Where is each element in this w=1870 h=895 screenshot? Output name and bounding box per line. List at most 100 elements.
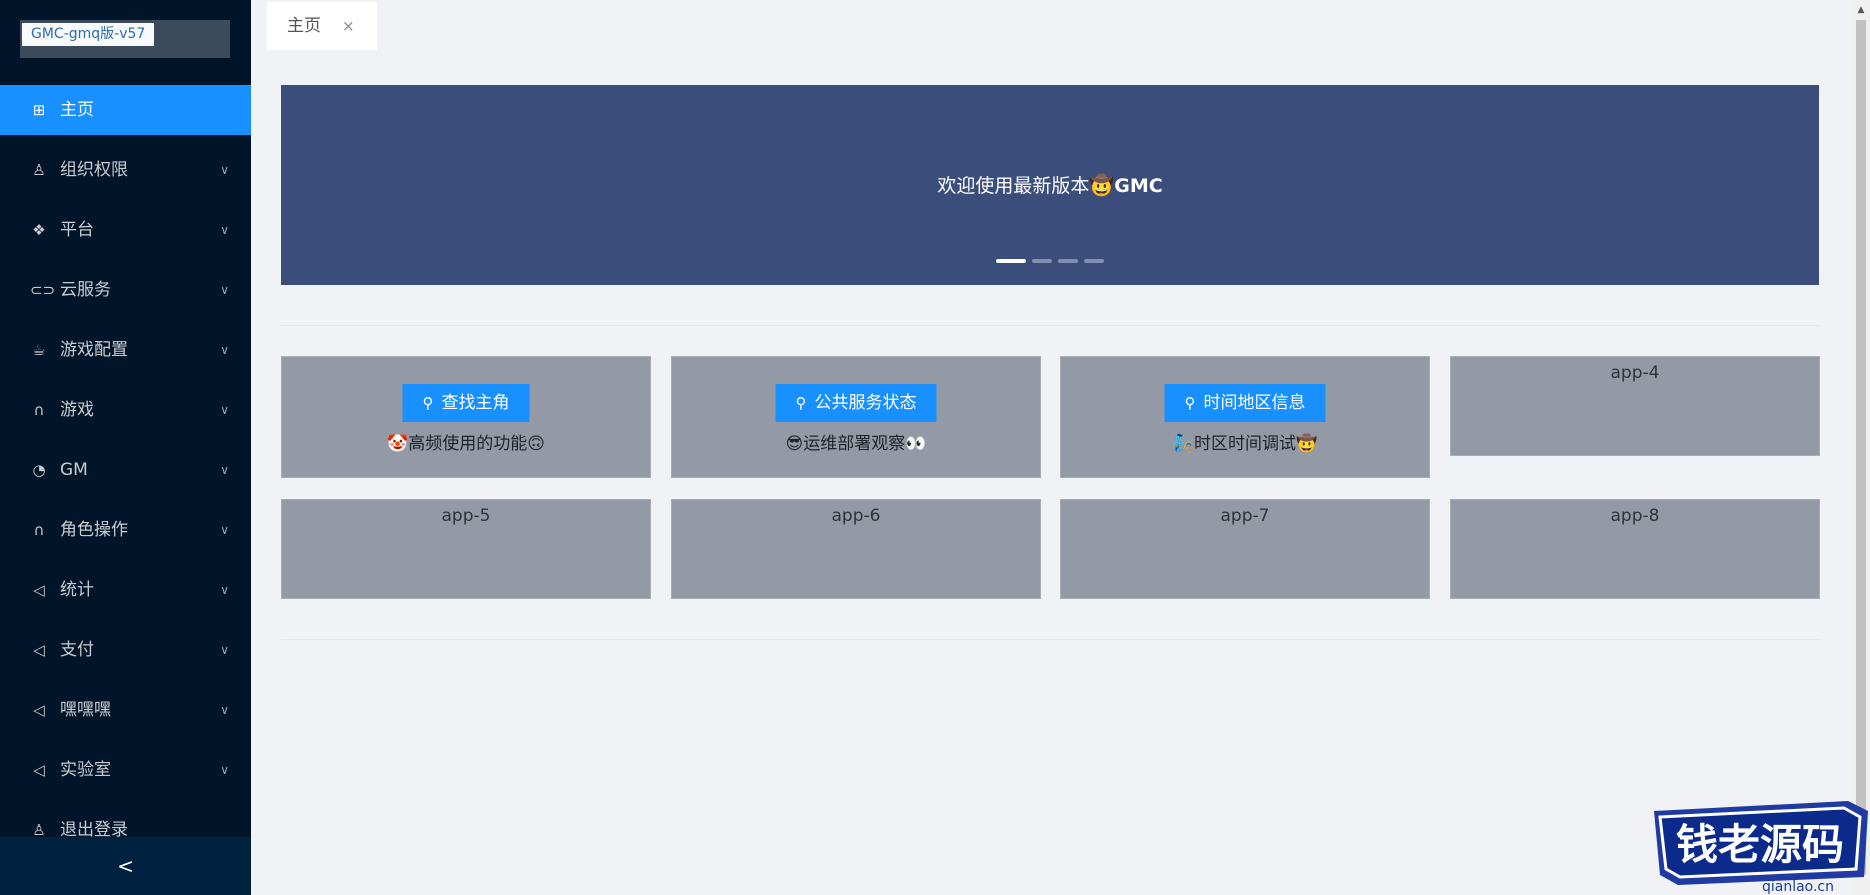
user-icon: ♙ bbox=[32, 161, 46, 179]
sidebar-item-12[interactable]: ♙ 退出登录 bbox=[0, 805, 251, 837]
app-title: app-8 bbox=[1610, 506, 1660, 526]
app-card-7[interactable]: app-7 bbox=[1060, 499, 1430, 599]
watermark-url: qianlao.cn bbox=[1762, 879, 1834, 895]
user-icon: ♙ bbox=[32, 821, 46, 837]
welcome-carousel[interactable]: 欢迎使用最新版本🤠GMC bbox=[281, 85, 1819, 285]
app-title: app-7 bbox=[1220, 506, 1270, 526]
sidebar-item-4[interactable]: ☕ 游戏配置 ∨ bbox=[0, 325, 251, 375]
sidebar-item-label: 角色操作 bbox=[60, 520, 128, 540]
app-card-8[interactable]: app-8 bbox=[1450, 499, 1820, 599]
chevron-down-icon: ∨ bbox=[220, 343, 229, 357]
app-card-6[interactable]: app-6 bbox=[671, 499, 1041, 599]
tab-bar: 主页 × bbox=[251, 0, 1852, 50]
app-description: 🤡高频使用的功能🙃 bbox=[387, 434, 545, 454]
sidebar-item-label: 嘿嘿嘿 bbox=[60, 700, 111, 720]
sidebar-item-5[interactable]: ∩ 游戏 ∨ bbox=[0, 385, 251, 435]
sidebar-item-label: 平台 bbox=[60, 220, 94, 240]
sidebar-item-label: 组织权限 bbox=[60, 160, 128, 180]
banner-text: 欢迎使用最新版本🤠GMC bbox=[281, 171, 1819, 198]
app-title: app-4 bbox=[1610, 363, 1660, 383]
sidebar-item-0[interactable]: ⊞ 主页 bbox=[0, 85, 251, 135]
sidebar-item-3[interactable]: ⊂⊃ 云服务 ∨ bbox=[0, 265, 251, 315]
search-icon: ⚲ bbox=[795, 394, 807, 412]
scroll-up-arrow-icon[interactable]: ▲ bbox=[1852, 0, 1870, 20]
chevron-down-icon: ∨ bbox=[220, 763, 229, 777]
sidebar-item-8[interactable]: ◁ 统计 ∨ bbox=[0, 565, 251, 615]
banner-brand: GMC bbox=[1114, 175, 1163, 197]
sidebar-item-label: 统计 bbox=[60, 580, 94, 600]
sidebar-item-label: 退出登录 bbox=[60, 820, 128, 837]
carousel-dot[interactable] bbox=[1084, 259, 1104, 263]
carousel-dots bbox=[281, 259, 1819, 263]
sidebar-item-1[interactable]: ♙ 组织权限 ∨ bbox=[0, 145, 251, 195]
close-icon[interactable]: × bbox=[342, 2, 355, 50]
sidebar-item-label: GM bbox=[60, 460, 88, 480]
sidebar-item-label: 游戏 bbox=[60, 400, 94, 420]
scroll-thumb[interactable] bbox=[1856, 20, 1866, 875]
cowboy-emoji-icon: 🤠 bbox=[1089, 173, 1115, 197]
sidebar-item-2[interactable]: ❖ 平台 ∨ bbox=[0, 205, 251, 255]
sidebar-item-label: 实验室 bbox=[60, 760, 111, 780]
sidebar-item-label: 支付 bbox=[60, 640, 94, 660]
app-button[interactable]: ⚲ 时间地区信息 bbox=[1164, 384, 1326, 422]
vertical-scrollbar[interactable]: ▲ bbox=[1852, 0, 1870, 895]
app-title: app-5 bbox=[441, 506, 491, 526]
app-button-label: 公共服务状态 bbox=[814, 393, 917, 413]
sidebar-item-6[interactable]: ◔ GM ∨ bbox=[0, 445, 251, 495]
notification-icon: ◁ bbox=[33, 701, 45, 719]
dropbox-icon: ❖ bbox=[32, 221, 46, 239]
app-card-3[interactable]: ⚲ 时间地区信息 🧞时区时间调试🤠 bbox=[1060, 356, 1430, 478]
chevron-left-icon: < bbox=[117, 854, 134, 878]
app-card-1[interactable]: ⚲ 查找主角 🤡高频使用的功能🙃 bbox=[281, 356, 651, 478]
app-button-label: 时间地区信息 bbox=[1203, 393, 1306, 413]
app-card-4[interactable]: app-4 bbox=[1450, 356, 1820, 456]
divider bbox=[281, 325, 1819, 326]
sidebar-item-9[interactable]: ◁ 支付 ∨ bbox=[0, 625, 251, 675]
app-button[interactable]: ⚲ 公共服务状态 bbox=[775, 384, 937, 422]
sidebar-item-10[interactable]: ◁ 嘿嘿嘿 ∨ bbox=[0, 685, 251, 735]
carousel-dot[interactable] bbox=[1032, 259, 1052, 263]
chevron-down-icon: ∨ bbox=[220, 223, 229, 237]
divider bbox=[281, 639, 1819, 640]
app-button-label: 查找主角 bbox=[441, 393, 510, 413]
sidebar-item-11[interactable]: ◁ 实验室 ∨ bbox=[0, 745, 251, 795]
carousel-dot[interactable] bbox=[996, 259, 1026, 263]
app-button[interactable]: ⚲ 查找主角 bbox=[402, 384, 530, 422]
chevron-down-icon: ∨ bbox=[220, 163, 229, 177]
dashboard-icon: ◔ bbox=[32, 461, 46, 479]
app-title: app-6 bbox=[831, 506, 881, 526]
notification-icon: ◁ bbox=[33, 641, 45, 659]
link-icon: ⊂⊃ bbox=[30, 281, 56, 299]
collapse-sidebar-button[interactable]: < bbox=[0, 837, 251, 895]
sidebar-menu: ⊞ 主页 ♙ 组织权限 ∨ ❖ 平台 ∨ ⊂⊃ 云服务 ∨ ☕ 游戏配置 ∨ ∩ 游戏 ∨ ◔ GM ∨ ∩ 角色操作 ∨ ◁… bbox=[0, 85, 251, 837]
app-card-5[interactable]: app-5 bbox=[281, 499, 651, 599]
search-icon: ⚲ bbox=[422, 394, 434, 412]
chevron-down-icon: ∨ bbox=[220, 523, 229, 537]
home-icon: ⊞ bbox=[32, 101, 46, 119]
sidebar-item-label: 游戏配置 bbox=[60, 340, 128, 360]
headphones-icon: ∩ bbox=[33, 401, 45, 419]
sidebar-item-label: 云服务 bbox=[60, 280, 111, 300]
watermark-text: 钱老源码 bbox=[1676, 820, 1844, 869]
app-description: 🧞时区时间调试🤠 bbox=[1172, 434, 1318, 454]
chevron-down-icon: ∨ bbox=[220, 463, 229, 477]
sidebar-item-label: 主页 bbox=[60, 100, 94, 120]
notification-icon: ◁ bbox=[33, 761, 45, 779]
app-card-2[interactable]: ⚲ 公共服务状态 😎运维部署观察👀 bbox=[671, 356, 1041, 478]
chevron-down-icon: ∨ bbox=[220, 643, 229, 657]
chevron-down-icon: ∨ bbox=[220, 703, 229, 717]
chevron-down-icon: ∨ bbox=[220, 583, 229, 597]
chevron-down-icon: ∨ bbox=[220, 403, 229, 417]
watermark-logo: 钱老源码 qianlao.cn bbox=[1654, 801, 1868, 895]
tab-label: 主页 bbox=[287, 16, 321, 36]
logo[interactable]: GMC-gmq版-v57 bbox=[20, 20, 230, 58]
tab-home[interactable]: 主页 × bbox=[267, 2, 377, 50]
banner-message: 欢迎使用最新版本 bbox=[937, 175, 1090, 197]
search-icon: ⚲ bbox=[1184, 394, 1196, 412]
notification-icon: ◁ bbox=[33, 581, 45, 599]
carousel-dot[interactable] bbox=[1058, 259, 1078, 263]
sidebar-item-7[interactable]: ∩ 角色操作 ∨ bbox=[0, 505, 251, 555]
logo-text: GMC-gmq版-v57 bbox=[22, 23, 155, 46]
app-description: 😎运维部署观察👀 bbox=[785, 434, 927, 454]
headphones-icon: ∩ bbox=[33, 521, 45, 539]
